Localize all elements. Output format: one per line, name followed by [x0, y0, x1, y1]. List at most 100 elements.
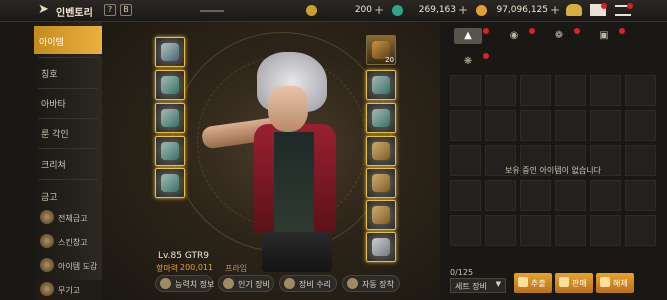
inventory-cell[interactable] — [520, 180, 551, 211]
inventory-cell[interactable] — [590, 110, 621, 141]
equip-slot-belt[interactable] — [155, 168, 185, 198]
book-icon — [40, 258, 54, 272]
equip-slot-magic-stone[interactable] — [366, 200, 396, 230]
currency-gold: 200 + — [306, 3, 386, 18]
equip-slot-shoulder[interactable] — [155, 103, 185, 133]
gold-coin-icon — [306, 5, 317, 16]
inventory-cell[interactable] — [590, 180, 621, 211]
empty-inventory-message: 보유 중인 아이템이 없습니다 — [505, 166, 601, 175]
inventory-cell[interactable] — [555, 180, 586, 211]
equip-slot-necklace[interactable] — [366, 70, 396, 100]
sell-icon — [559, 277, 569, 287]
sub-item-armory[interactable]: 무기고 — [36, 280, 102, 300]
notification-dot — [601, 3, 607, 9]
armory-icon — [40, 282, 54, 296]
equip-slot-title[interactable]: 20 — [366, 35, 396, 65]
tab-card[interactable]: ▣ — [590, 28, 618, 44]
prime-label: 프라임 — [225, 264, 248, 273]
inventory-cell[interactable] — [520, 110, 551, 141]
help-button[interactable]: ? — [104, 4, 116, 16]
inventory-cell[interactable] — [450, 110, 481, 141]
sub-item-item-book[interactable]: 아이템 도감 — [36, 256, 102, 276]
inventory-cell[interactable] — [555, 215, 586, 246]
inventory-cell[interactable] — [485, 180, 516, 211]
inventory-cell[interactable] — [590, 75, 621, 106]
sub-item-all-vault[interactable]: 전체금고 — [36, 208, 102, 228]
set-equipment-select[interactable]: 세트 장비 ▼ — [450, 278, 506, 293]
top-emblem — [200, 0, 224, 12]
tab-material[interactable]: ❁ — [545, 28, 573, 44]
menu-item-creature[interactable]: 크리쳐 — [36, 149, 102, 177]
add-currency-button[interactable]: + — [550, 3, 560, 17]
inventory-cell[interactable] — [625, 215, 656, 246]
menu-section-vault[interactable]: 금고 — [36, 181, 102, 209]
currency-gem: 269,163 + — [392, 3, 470, 18]
inventory-cell[interactable] — [625, 75, 656, 106]
extract-button[interactable]: 추출 — [514, 273, 552, 293]
notification-dot — [574, 28, 580, 34]
popular-icon — [223, 278, 234, 289]
inventory-cell[interactable] — [450, 75, 481, 106]
inventory-cell[interactable] — [450, 180, 481, 211]
inventory-cell[interactable] — [625, 180, 656, 211]
gold-bag-icon — [476, 5, 487, 16]
notification-dot — [529, 28, 535, 34]
equip-slot-weapon[interactable] — [155, 37, 185, 67]
inventory-cell[interactable] — [590, 215, 621, 246]
equip-slot-bracelet[interactable] — [366, 103, 396, 133]
gear-icon: ❋ — [463, 56, 473, 67]
card-icon: ▣ — [599, 30, 609, 41]
add-currency-button[interactable]: + — [374, 3, 384, 17]
notification-dot — [627, 3, 633, 9]
green-gem-icon — [392, 5, 403, 16]
equip-slot-top[interactable] — [155, 70, 185, 100]
inventory-cell[interactable] — [485, 75, 516, 106]
notification-dot — [483, 28, 489, 34]
material-icon: ❁ — [554, 30, 564, 41]
inventory-cell[interactable] — [555, 110, 586, 141]
page-title: 인벤토리 — [56, 8, 93, 19]
inventory-cell[interactable] — [485, 110, 516, 141]
menu-item-item[interactable]: 아이템 — [34, 26, 102, 54]
inventory-cell[interactable] — [555, 75, 586, 106]
auto-equip-icon — [347, 278, 358, 289]
tab-equipment[interactable]: ▲ — [454, 28, 482, 44]
disassemble-button[interactable]: 해체 — [596, 273, 634, 293]
equip-slot-support[interactable] — [366, 168, 396, 198]
inventory-cell[interactable] — [520, 215, 551, 246]
repair-icon — [284, 278, 295, 289]
tab-special[interactable]: ❋ — [454, 54, 482, 70]
sub-item-skin-storage[interactable]: 스킨창고 — [36, 232, 102, 252]
repair-button[interactable]: 장비 수리 — [279, 275, 337, 292]
menu-item-title[interactable]: 칭호 — [36, 58, 102, 86]
extract-icon — [518, 277, 528, 287]
equip-slot-bottom[interactable] — [155, 136, 185, 166]
sell-button[interactable]: 판매 — [555, 273, 593, 293]
inventory-cell[interactable] — [625, 110, 656, 141]
menu-item-rune[interactable]: 룬 각인 — [36, 118, 102, 146]
character-level: Lv.85 GTR9 — [158, 251, 209, 261]
inventory-cell[interactable] — [485, 215, 516, 246]
auto-equip-button[interactable]: 자동 장착 — [342, 275, 400, 292]
equip-slot-earring[interactable] — [366, 232, 396, 262]
stats-icon — [160, 278, 171, 289]
tab-consumable[interactable]: ◉ — [500, 28, 528, 44]
popular-gear-button[interactable]: 인기 장비 — [218, 275, 274, 292]
back-arrow-icon[interactable]: ➤ — [38, 3, 52, 17]
skin-icon — [40, 234, 54, 248]
power-label: 항마력 — [156, 264, 179, 273]
top-bar: ➤ 인벤토리 ? B 200 + 269,163 + 97,096,125 + — [0, 0, 667, 22]
stats-info-button[interactable]: 능력치 정보 — [155, 275, 214, 292]
inventory-cell[interactable] — [450, 215, 481, 246]
menu-item-avatar[interactable]: 아바타 — [36, 88, 102, 116]
armor-icon: ▲ — [464, 30, 472, 41]
equip-slot-ring[interactable] — [366, 136, 396, 166]
divider — [38, 179, 98, 180]
vault-icon — [40, 210, 54, 224]
add-currency-button[interactable]: + — [458, 3, 468, 17]
currency-value: 97,096,125 — [496, 5, 548, 15]
inventory-cell[interactable] — [520, 75, 551, 106]
currency-value: 200 — [354, 5, 372, 15]
b-button[interactable]: B — [120, 4, 132, 16]
treasure-icon[interactable] — [566, 4, 582, 16]
